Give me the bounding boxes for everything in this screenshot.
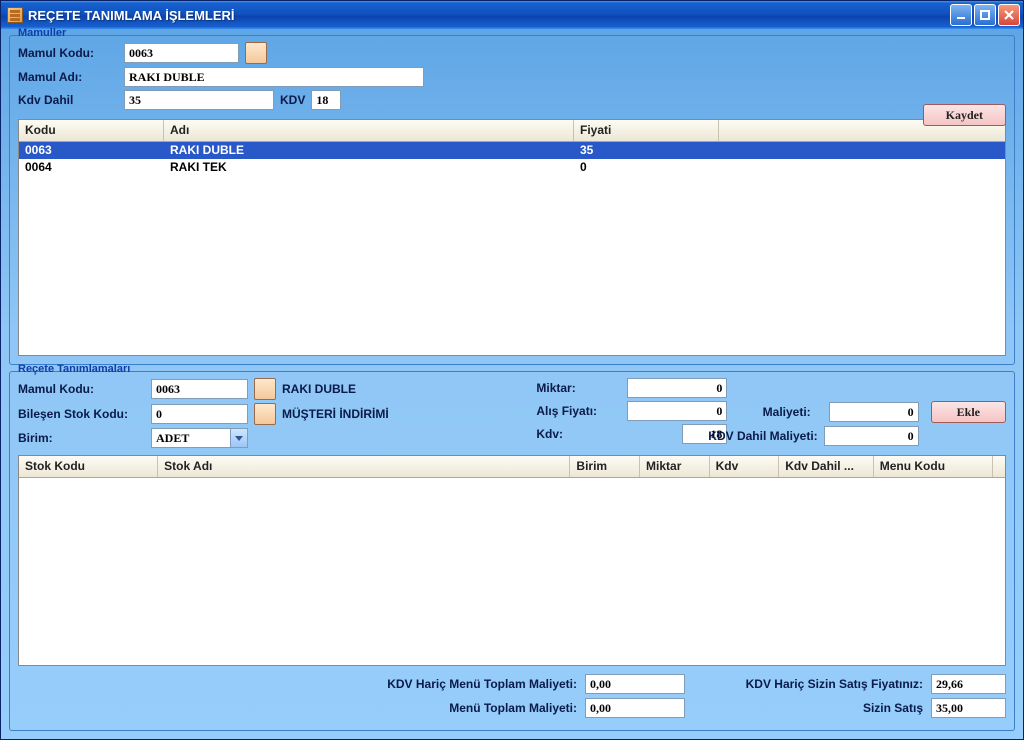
miktar-label: Miktar: (536, 381, 621, 395)
col-kodu[interactable]: Kodu (19, 120, 164, 141)
kdv-haric-menu-input[interactable] (585, 674, 685, 694)
mamul-kodu-input[interactable] (124, 43, 239, 63)
kdv-dahil-maliyeti-label: KDV Dahil Maliyeti: (678, 429, 818, 443)
bilesen-adi-display: MÜŞTERİ İNDİRİMİ (282, 407, 389, 421)
mamuller-group: Mamuller Mamul Kodu: Mamul Adı: Kdv Dahi… (9, 35, 1015, 365)
col-stok-adi[interactable]: Stok Adı (158, 456, 570, 477)
col-fiyati[interactable]: Fiyati (574, 120, 719, 141)
r-mamul-adi-display: RAKI DUBLE (282, 382, 356, 396)
col-menu-kodu[interactable]: Menu Kodu (874, 456, 993, 477)
window-title: REÇETE TANIMLAMA İŞLEMLERİ (28, 8, 235, 23)
mamul-adi-input[interactable] (124, 67, 424, 87)
table-row[interactable]: 0063 RAKI DUBLE 35 (19, 142, 1005, 159)
bilesen-input[interactable] (151, 404, 248, 424)
r-mamul-kodu-label: Mamul Kodu: (18, 382, 145, 396)
kdv-dahil-input[interactable] (124, 90, 274, 110)
kdv-haric-menu-label: KDV Hariç Menü Toplam Maliyeti: (337, 677, 577, 691)
app-window: REÇETE TANIMLAMA İŞLEMLERİ Mamuller Mamu… (0, 0, 1024, 740)
col-adi[interactable]: Adı (164, 120, 574, 141)
recete-legend: Reçete Tanımlamaları (16, 363, 132, 375)
col-kdv[interactable]: Kdv (710, 456, 780, 477)
minimize-button[interactable] (950, 4, 972, 26)
col-rest (993, 456, 1005, 477)
r-mamul-kodu-lookup-button[interactable] (254, 378, 276, 400)
footer-totals: KDV Hariç Menü Toplam Maliyeti: KDV Hari… (18, 666, 1006, 722)
menu-toplam-label: Menü Toplam Maliyeti: (337, 701, 577, 715)
bilesen-lookup-button[interactable] (254, 403, 276, 425)
col-birim[interactable]: Birim (570, 456, 640, 477)
r-mamul-kodu-input[interactable] (151, 379, 248, 399)
recete-grid-header: Stok Kodu Stok Adı Birim Miktar Kdv Kdv … (19, 456, 1005, 478)
col-stok-kodu[interactable]: Stok Kodu (19, 456, 158, 477)
table-row[interactable]: 0064 RAKI TEK 0 (19, 159, 1005, 176)
kdv-dahil-label: Kdv Dahil (18, 93, 118, 107)
maliyeti-label: Maliyeti: (763, 405, 823, 419)
close-button[interactable] (998, 4, 1020, 26)
app-icon (7, 7, 23, 23)
ekle-button[interactable]: Ekle (931, 401, 1006, 423)
kdv-haric-satis-label: KDV Hariç Sizin Satış Fiyatınız: (693, 677, 923, 691)
recete-grid-body[interactable] (19, 478, 1005, 656)
mamul-adi-label: Mamul Adı: (18, 70, 118, 84)
mamul-kodu-label: Mamul Kodu: (18, 46, 118, 60)
mamuller-grid[interactable]: Kodu Adı Fiyati 0063 RAKI DUBLE 35 0064 … (18, 119, 1006, 356)
client-area: Mamuller Mamul Kodu: Mamul Adı: Kdv Dahi… (1, 29, 1023, 739)
titlebar: REÇETE TANIMLAMA İŞLEMLERİ (1, 1, 1023, 29)
birim-label: Birim: (18, 431, 145, 445)
kdv-haric-satis-input[interactable] (931, 674, 1006, 694)
recete-group: Reçete Tanımlamaları Mamul Kodu: RAKI DU… (9, 371, 1015, 731)
mamuller-legend: Mamuller (16, 27, 68, 39)
menu-toplam-input[interactable] (585, 698, 685, 718)
chevron-down-icon (230, 429, 247, 447)
kaydet-button[interactable]: Kaydet (923, 104, 1006, 126)
bilesen-label: Bileşen Stok Kodu: (18, 407, 145, 421)
r-kdv-label: Kdv: (536, 427, 621, 441)
maximize-button[interactable] (974, 4, 996, 26)
kdv-label: KDV (280, 93, 305, 107)
miktar-input[interactable] (627, 378, 727, 398)
alis-label: Alış Fiyatı: (536, 404, 621, 418)
sizin-satis-input[interactable] (931, 698, 1006, 718)
kdv-input[interactable] (311, 90, 341, 110)
recete-grid[interactable]: Stok Kodu Stok Adı Birim Miktar Kdv Kdv … (18, 455, 1006, 666)
alis-input[interactable] (627, 401, 727, 421)
kdv-dahil-maliyeti-input[interactable] (824, 426, 919, 446)
col-miktar[interactable]: Miktar (640, 456, 710, 477)
col-kdv-dahil[interactable]: Kdv Dahil ... (779, 456, 873, 477)
window-controls (950, 4, 1020, 26)
sizin-satis-label: Sizin Satış (693, 701, 923, 715)
maliyeti-input[interactable] (829, 402, 919, 422)
birim-combo[interactable]: ADET (151, 428, 248, 448)
mamuller-grid-header: Kodu Adı Fiyati (19, 120, 1005, 142)
mamuller-grid-body[interactable]: 0063 RAKI DUBLE 35 0064 RAKI TEK 0 (19, 142, 1005, 334)
mamul-kodu-lookup-button[interactable] (245, 42, 267, 64)
